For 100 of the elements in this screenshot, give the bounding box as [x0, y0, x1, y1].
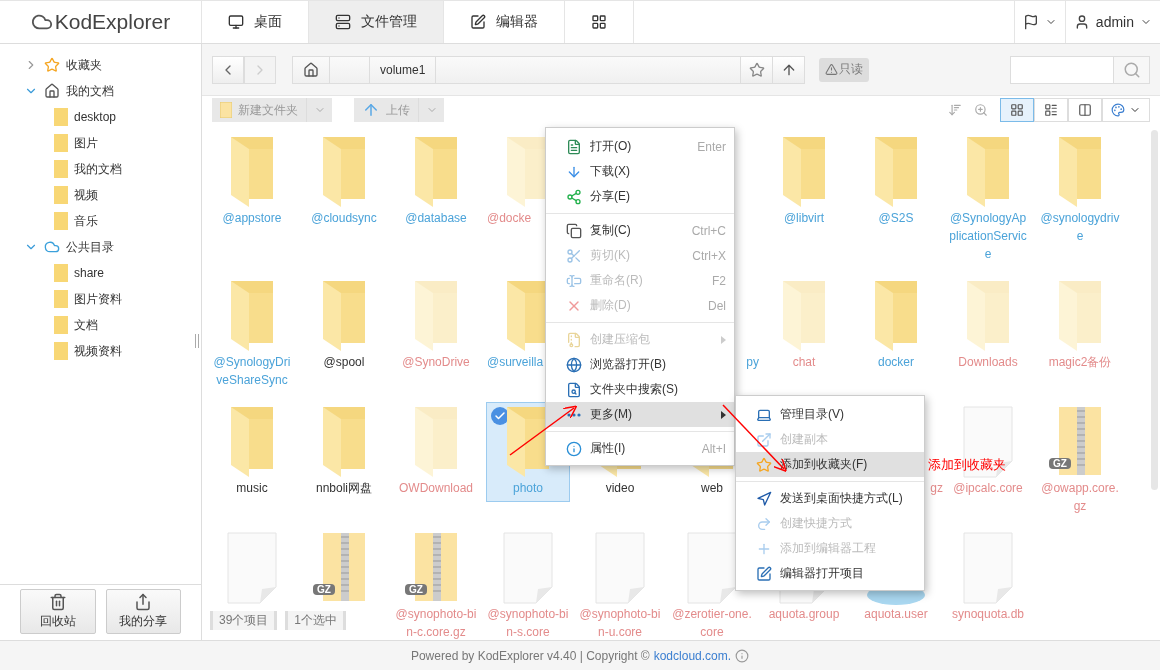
footer-link[interactable]: kodcloud.com.: [653, 648, 732, 663]
folder-icon: [54, 316, 68, 334]
warning-icon: [825, 63, 838, 76]
menu-item[interactable]: 发送到桌面快捷方式(L): [736, 486, 924, 511]
folder-icon: [54, 342, 68, 360]
file-name[interactable]: OWDownload: [399, 479, 473, 497]
tree-item[interactable]: 我的文档: [0, 78, 201, 104]
address-bar[interactable]: volume1: [292, 55, 805, 84]
file-name[interactable]: @synophoto-bin-u.core: [579, 605, 661, 640]
tree-item[interactable]: 图片: [0, 130, 201, 156]
readonly-badge: 只读: [819, 57, 869, 82]
file-name[interactable]: @synologydrive: [1039, 209, 1121, 245]
menu-item[interactable]: 管理目录(V): [736, 402, 924, 427]
search-field[interactable]: [1010, 55, 1150, 84]
share-icon: [134, 593, 153, 611]
file-name[interactable]: @ipcalc.core: [953, 479, 1023, 497]
view-mode-button[interactable]: [1034, 98, 1068, 122]
file-name[interactable]: music: [236, 479, 268, 497]
info-icon: [735, 648, 750, 663]
view-mode-button[interactable]: [1068, 98, 1102, 122]
menu-item[interactable]: 分享(E): [546, 184, 734, 209]
sidebar-button[interactable]: 回收站: [20, 589, 96, 634]
file-name[interactable]: @cloudsync: [311, 209, 377, 227]
file-name[interactable]: @SynologyDriveShareSync: [211, 353, 293, 389]
search-icon: [566, 381, 582, 398]
footer-text: Powered by KodExplorer v4.40 | Copyright ©: [410, 648, 650, 663]
tree-item[interactable]: share: [0, 260, 201, 286]
tree-item[interactable]: 图片资料: [0, 286, 201, 312]
menu-item[interactable]: 文件夹中搜索(S): [546, 377, 734, 402]
theme-dropdown[interactable]: [1102, 98, 1150, 122]
sort-icon: [948, 103, 962, 117]
nav-tab[interactable]: 文件管理: [309, 1, 444, 43]
folder-icon: [54, 108, 68, 126]
menu-item[interactable]: 打开(O) Enter: [546, 134, 734, 159]
split-view-icon: [1078, 103, 1092, 117]
redo-arrow-icon: [756, 515, 772, 532]
favorite-button[interactable]: [740, 56, 772, 83]
file-name[interactable]: @owapp.core.gz: [1039, 479, 1121, 515]
file-name[interactable]: @spool: [323, 353, 365, 371]
file-name[interactable]: gz: [930, 479, 943, 497]
navigation-arrow-icon: [756, 490, 772, 507]
tree-item[interactable]: 收藏夹: [0, 52, 201, 78]
file-name[interactable]: @S2S: [878, 209, 914, 227]
file-name[interactable]: chat: [792, 353, 816, 371]
file-name[interactable]: @SynologyApplicationService: [947, 209, 1029, 263]
grid-view-icon: [1010, 103, 1024, 117]
menu-item[interactable]: 下载(X): [546, 159, 734, 184]
file-name[interactable]: @libvirt: [783, 209, 825, 227]
user-dropdown[interactable]: admin: [1064, 1, 1160, 43]
menu-item[interactable]: 复制(C) Ctrl+C: [546, 218, 734, 243]
file-name[interactable]: @synophoto-bin-c.core.gz: [395, 605, 477, 640]
menu-item[interactable]: 属性(I) Alt+I: [546, 436, 734, 461]
file-name[interactable]: synoquota.db: [951, 605, 1025, 623]
star-icon: [44, 57, 60, 73]
file-name[interactable]: aquota.user: [864, 605, 928, 623]
tree-item[interactable]: 音乐: [0, 208, 201, 234]
file-name[interactable]: photo: [513, 479, 543, 497]
archive-icon: [566, 331, 582, 348]
up-button[interactable]: [772, 56, 804, 83]
shortcut-text: Enter: [697, 139, 726, 154]
file-name[interactable]: @database: [405, 209, 467, 227]
selection-count: 1个选中: [285, 611, 347, 630]
search-icon: [1122, 60, 1141, 79]
tree-item[interactable]: 公共目录: [0, 234, 201, 260]
back-button[interactable]: [212, 55, 244, 84]
file-name[interactable]: docker: [878, 353, 914, 371]
shortcut-text: Ctrl+X: [692, 248, 726, 263]
file-name[interactable]: nnboli网盘: [316, 479, 372, 497]
scrollbar[interactable]: [1151, 130, 1158, 490]
file-name[interactable]: video: [605, 479, 635, 497]
zoom-icon: [974, 103, 988, 117]
file-name[interactable]: web: [701, 479, 723, 497]
view-mode-button[interactable]: [1000, 98, 1034, 122]
file-name[interactable]: @appstore: [222, 209, 282, 227]
sidebar-button[interactable]: 我的分享: [105, 589, 181, 634]
file-name[interactable]: @docke: [487, 209, 532, 227]
tree-item[interactable]: 视频资料: [0, 338, 201, 364]
menu-item[interactable]: 更多(M): [546, 402, 734, 427]
search-button[interactable]: [1113, 56, 1149, 83]
server-icon: [335, 14, 351, 30]
resize-handle[interactable]: [195, 334, 199, 348]
annotation-arrow: [509, 405, 578, 456]
tree-item[interactable]: 我的文档: [0, 156, 201, 182]
file-name[interactable]: magic2备份: [1048, 353, 1112, 371]
file-name[interactable]: @surveilla: [487, 353, 544, 371]
tree-item[interactable]: desktop: [0, 104, 201, 130]
file-name[interactable]: aquota.group: [768, 605, 840, 623]
file-name[interactable]: py: [746, 353, 759, 371]
file-name[interactable]: @synophoto-bin-s.core: [487, 605, 569, 640]
tree-item[interactable]: 文档: [0, 312, 201, 338]
info-icon: [566, 440, 582, 457]
file-name[interactable]: @zerotier-one.core: [671, 605, 753, 640]
file-name[interactable]: @SynoDrive: [402, 353, 470, 371]
flag-icon: [1022, 14, 1039, 30]
file-name[interactable]: Downloads: [958, 353, 1018, 371]
menu-item[interactable]: 编辑器打开项目: [736, 561, 924, 586]
tree-item[interactable]: 视频: [0, 182, 201, 208]
list-view-icon: [1044, 103, 1058, 117]
menu-item[interactable]: 浏览器打开(B): [546, 352, 734, 377]
breadcrumb[interactable]: volume1: [370, 56, 437, 83]
